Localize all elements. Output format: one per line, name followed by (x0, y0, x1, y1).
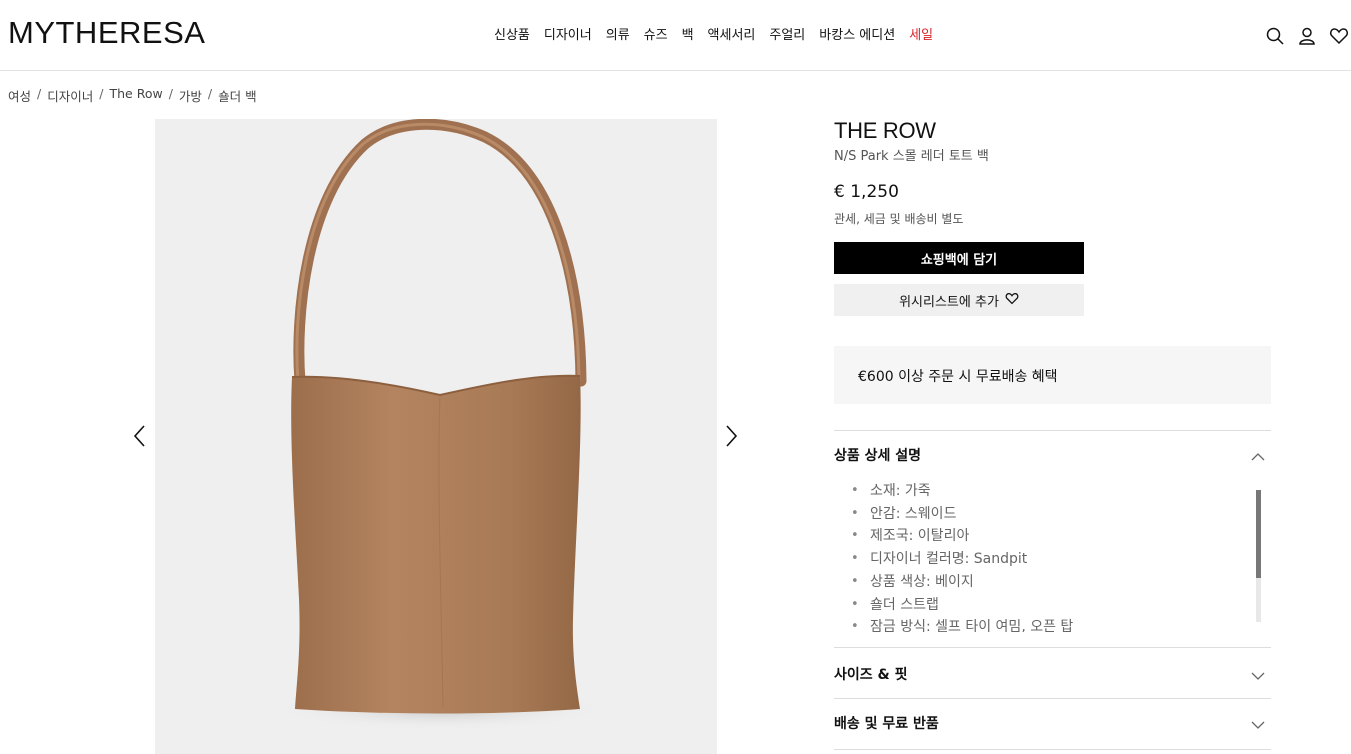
product-details-list: 소재: 가죽 안감: 스웨이드 제조국: 이탈리아 디자이너 컬러명: Sand… (850, 480, 1250, 632)
nav-vacation-edition[interactable]: 바캉스 에디션 (819, 24, 895, 43)
add-to-wishlist-button[interactable]: 위시리스트에 추가 (834, 284, 1084, 316)
free-shipping-banner: €600 이상 주문 시 무료배송 혜택 (834, 346, 1271, 404)
list-item: 숄더 스트랩 (850, 594, 1250, 617)
chevron-right-icon[interactable] (722, 424, 742, 448)
accordion-shipping-title: 배송 및 무료 반품 (834, 716, 939, 732)
breadcrumb-women[interactable]: 여성 (8, 86, 31, 105)
product-info: THE ROW N/S Park 스몰 레더 토트 백 € 1,250 관세, … (834, 118, 1271, 404)
site-logo[interactable]: MYTHERESA (8, 15, 205, 51)
breadcrumb-separator: / (207, 86, 213, 101)
breadcrumb-the-row[interactable]: The Row (109, 86, 162, 105)
accordion-size-fit: 사이즈 & 핏 (834, 647, 1271, 699)
breadcrumb: 여성 / 디자이너 / The Row / 가방 / 숄더 백 (8, 86, 257, 105)
nav-designers[interactable]: 디자이너 (544, 24, 592, 43)
product-image[interactable] (155, 119, 717, 754)
wishlist-button-label: 위시리스트에 추가 (899, 294, 999, 310)
accordion-shipping: 배송 및 무료 반품 (834, 698, 1271, 750)
wishlist-icon[interactable] (1329, 26, 1349, 46)
breadcrumb-separator: / (99, 86, 104, 101)
nav-accessories[interactable]: 액세서리 (708, 24, 756, 43)
product-price: € 1,250 (834, 182, 899, 202)
breadcrumb-shoulder-bags[interactable]: 숄더 백 (218, 86, 256, 105)
nav-clothing[interactable]: 의류 (606, 24, 630, 43)
nav-shoes[interactable]: 슈즈 (644, 24, 668, 43)
product-name: N/S Park 스몰 레더 토트 백 (834, 149, 989, 164)
main-nav: 신상품 디자이너 의류 슈즈 백 액세서리 주얼리 바캉스 에디션 세일 (494, 24, 947, 43)
chevron-up-icon (1251, 450, 1265, 461)
details-scrollbar-thumb[interactable] (1256, 490, 1261, 578)
product-brand[interactable]: THE ROW (834, 118, 1271, 144)
accordion-size-fit-header[interactable]: 사이즈 & 핏 (834, 664, 1271, 684)
heart-icon (1005, 292, 1019, 309)
site-header: MYTHERESA 신상품 디자이너 의류 슈즈 백 액세서리 주얼리 바캉스 … (0, 0, 1351, 71)
accordion-size-fit-title: 사이즈 & 핏 (834, 667, 908, 683)
add-to-bag-button[interactable]: 쇼핑백에 담기 (834, 242, 1084, 274)
breadcrumb-bags[interactable]: 가방 (179, 86, 202, 105)
list-item: 디자이너 컬러명: Sandpit (850, 548, 1250, 571)
accordion-details-header[interactable]: 상품 상세 설명 (834, 445, 1271, 465)
list-item: 잠금 방식: 셀프 타이 여밈, 오픈 탑 (850, 616, 1250, 632)
nav-new[interactable]: 신상품 (494, 24, 530, 43)
chevron-down-icon (1251, 669, 1265, 680)
nav-bags[interactable]: 백 (682, 24, 694, 43)
accordion-shipping-header[interactable]: 배송 및 무료 반품 (834, 713, 1271, 733)
chevron-left-icon[interactable] (130, 424, 150, 448)
accordion-details: 상품 상세 설명 (834, 430, 1271, 465)
header-icons (1265, 26, 1349, 46)
nav-jewelry[interactable]: 주얼리 (769, 24, 805, 43)
accordion-details-title: 상품 상세 설명 (834, 448, 922, 464)
breadcrumb-designers[interactable]: 디자이너 (47, 86, 93, 105)
account-icon[interactable] (1297, 26, 1317, 46)
list-item: 상품 색상: 베이지 (850, 571, 1250, 594)
search-icon[interactable] (1265, 26, 1285, 46)
chevron-down-icon (1251, 718, 1265, 729)
breadcrumb-separator: / (168, 86, 173, 101)
tax-note: 관세, 세금 및 배송비 별도 (834, 212, 964, 226)
list-item: 안감: 스웨이드 (850, 503, 1250, 526)
list-item: 소재: 가죽 (850, 480, 1250, 503)
breadcrumb-separator: / (37, 86, 42, 101)
list-item: 제조국: 이탈리아 (850, 525, 1250, 548)
nav-sale[interactable]: 세일 (909, 24, 933, 43)
